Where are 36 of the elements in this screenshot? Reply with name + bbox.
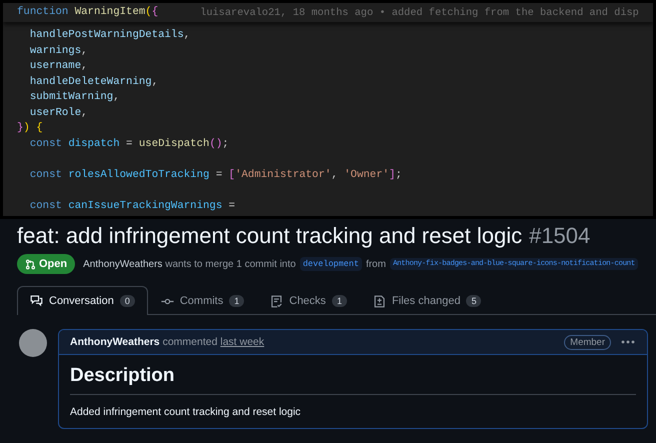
code-line: const canIssueTrackingWarnings = xyxy=(28,198,236,214)
pull-request-icon xyxy=(25,258,36,270)
tab-counter: 0 xyxy=(120,294,135,306)
code-line: function WarningItem({ xyxy=(17,4,158,20)
file-diff-icon xyxy=(372,294,386,308)
code-line: handleDeleteWarning, xyxy=(28,74,160,90)
from-label: from xyxy=(366,258,386,270)
description-heading: Description xyxy=(70,365,636,395)
comment-author-line: AnthonyWeathers commented last week xyxy=(70,336,266,348)
pr-tab[interactable]: Checks 1 xyxy=(257,286,360,315)
code-line: }) { xyxy=(17,121,44,136)
tab-counter: 5 xyxy=(466,295,482,307)
code-line: username, xyxy=(28,59,89,74)
avatar xyxy=(19,329,47,357)
tab-counter: 1 xyxy=(332,295,347,307)
pr-tab[interactable]: Conversation 0 xyxy=(17,286,148,315)
base-branch-link[interactable]: development xyxy=(300,257,362,271)
code-line: submitWarning, xyxy=(28,90,121,105)
blame-annotation: luisarevalo21, 18 months ago • added fetching from the backend and disp xyxy=(200,6,639,18)
code-line: warnings, xyxy=(28,44,89,58)
pr-tab[interactable]: Commits 1 xyxy=(148,286,258,315)
description-text: Added infringement count tracking and reset logic xyxy=(70,406,302,418)
pr-tab[interactable]: Files changed 5 xyxy=(360,286,494,315)
member-badge: Member xyxy=(564,334,611,350)
open-status-badge: Open xyxy=(17,254,76,274)
checklist-icon xyxy=(270,294,284,308)
code-line: const dispatch = useDispatch(); xyxy=(28,136,230,152)
pr-title: feat: add infringement count tracking and reset logic xyxy=(17,223,522,249)
code-line: userRole, xyxy=(28,106,89,120)
code-line: handlePostWarningDetails, xyxy=(28,28,192,43)
conversation-icon xyxy=(30,294,43,307)
tab-counter: 1 xyxy=(229,295,244,307)
merge-description: AnthonyWeathers wants to merge 1 commit into xyxy=(83,258,296,270)
more-options-icon[interactable] xyxy=(621,340,635,344)
code-line: const rolesAllowedToTracking = ['Administrator', 'Owner']; xyxy=(28,168,403,182)
pr-number: #1504 xyxy=(529,223,590,249)
